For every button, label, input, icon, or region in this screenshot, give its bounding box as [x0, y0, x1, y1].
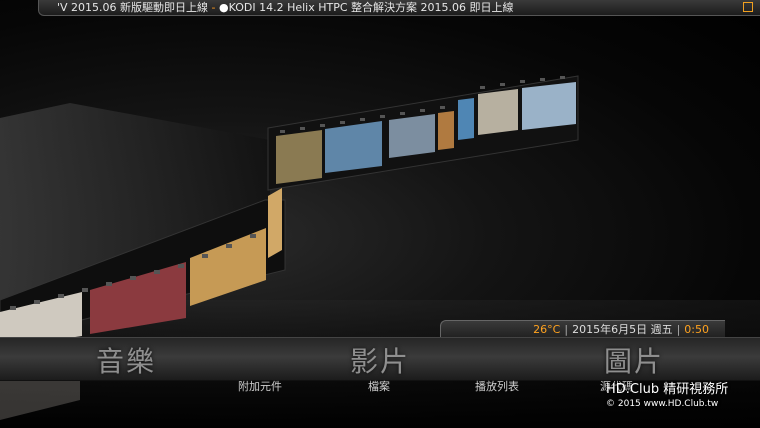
watermark-title: HD.Club 精研視務所	[606, 382, 729, 397]
ticker-part2: KODI 14.2 Helix HTPC 整合解決方案 2015.06 即日上線	[228, 1, 514, 14]
window-toggle-icon[interactable]	[743, 2, 753, 12]
filmstrip-back	[267, 75, 579, 191]
menu-item-pictures[interactable]: 圖片	[604, 340, 664, 380]
ticker-separator: -	[208, 1, 219, 14]
photo-mosaic-dome	[325, 121, 382, 173]
photo-monastery	[276, 130, 322, 184]
menu-item-music[interactable]: 音樂	[96, 340, 156, 380]
main-menu: 音樂 影片 圖片	[0, 337, 760, 381]
photo-arch	[478, 89, 518, 135]
watermark-copyright: © 2015 www.HD.Club.tw	[606, 399, 719, 409]
photo-blue-dome	[389, 114, 435, 158]
submenu-item-playlists[interactable]: 播放列表	[475, 379, 519, 394]
menu-item-videos[interactable]: 影片	[350, 340, 410, 380]
photo-portrait	[522, 82, 576, 130]
date: 2015年6月5日 週五	[572, 323, 673, 336]
submenu-item-files[interactable]: 檔案	[368, 379, 390, 394]
news-ticker: 'V 2015.06 新版驅動即日上線 - ●KODI 14.2 Helix H…	[38, 0, 760, 16]
home-background: 'V 2015.06 新版驅動即日上線 - ●KODI 14.2 Helix H…	[0, 0, 760, 428]
info-bar: 26°C | 2015年6月5日 週五 | 0:50	[440, 320, 725, 337]
watermark: HD.Club 精研視務所 © 2015 www.HD.Club.tw	[606, 382, 728, 410]
submenu-item-addons[interactable]: 附加元件	[238, 379, 282, 394]
temperature: 26°C	[533, 323, 561, 336]
ticker-part1: 'V 2015.06 新版驅動即日上線	[57, 1, 209, 14]
photo-tower	[438, 111, 454, 150]
photo-building	[268, 188, 282, 258]
photo-mosque	[458, 98, 474, 140]
info-divider: |	[676, 323, 681, 336]
clock: 0:50	[684, 323, 709, 336]
ticker-bullet: ●	[219, 1, 229, 14]
ticker-text: 'V 2015.06 新版驅動即日上線 - ●KODI 14.2 Helix H…	[57, 0, 514, 15]
info-divider: |	[564, 323, 569, 336]
